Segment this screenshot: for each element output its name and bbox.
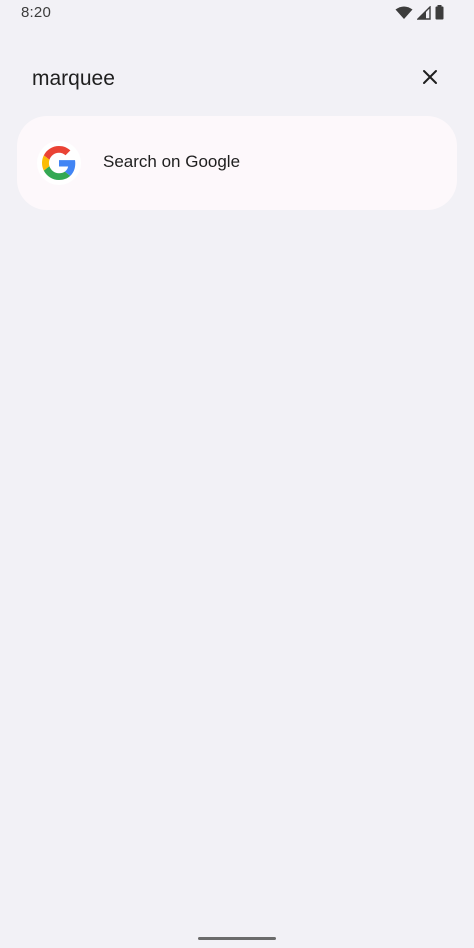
- navigation-handle[interactable]: [198, 937, 276, 940]
- status-icons: [395, 4, 444, 25]
- wifi-icon: [395, 6, 413, 25]
- search-input[interactable]: [32, 64, 392, 94]
- battery-icon: [435, 5, 444, 25]
- clear-search-button[interactable]: [414, 63, 446, 95]
- close-icon: [422, 69, 438, 90]
- search-bar: [0, 58, 474, 100]
- status-bar: 8:20: [0, 0, 474, 26]
- signal-icon: [416, 4, 431, 25]
- search-on-google-result[interactable]: Search on Google: [17, 116, 457, 210]
- status-time: 8:20: [21, 4, 51, 21]
- result-label: Search on Google: [103, 152, 241, 171]
- google-logo-icon: [37, 141, 81, 185]
